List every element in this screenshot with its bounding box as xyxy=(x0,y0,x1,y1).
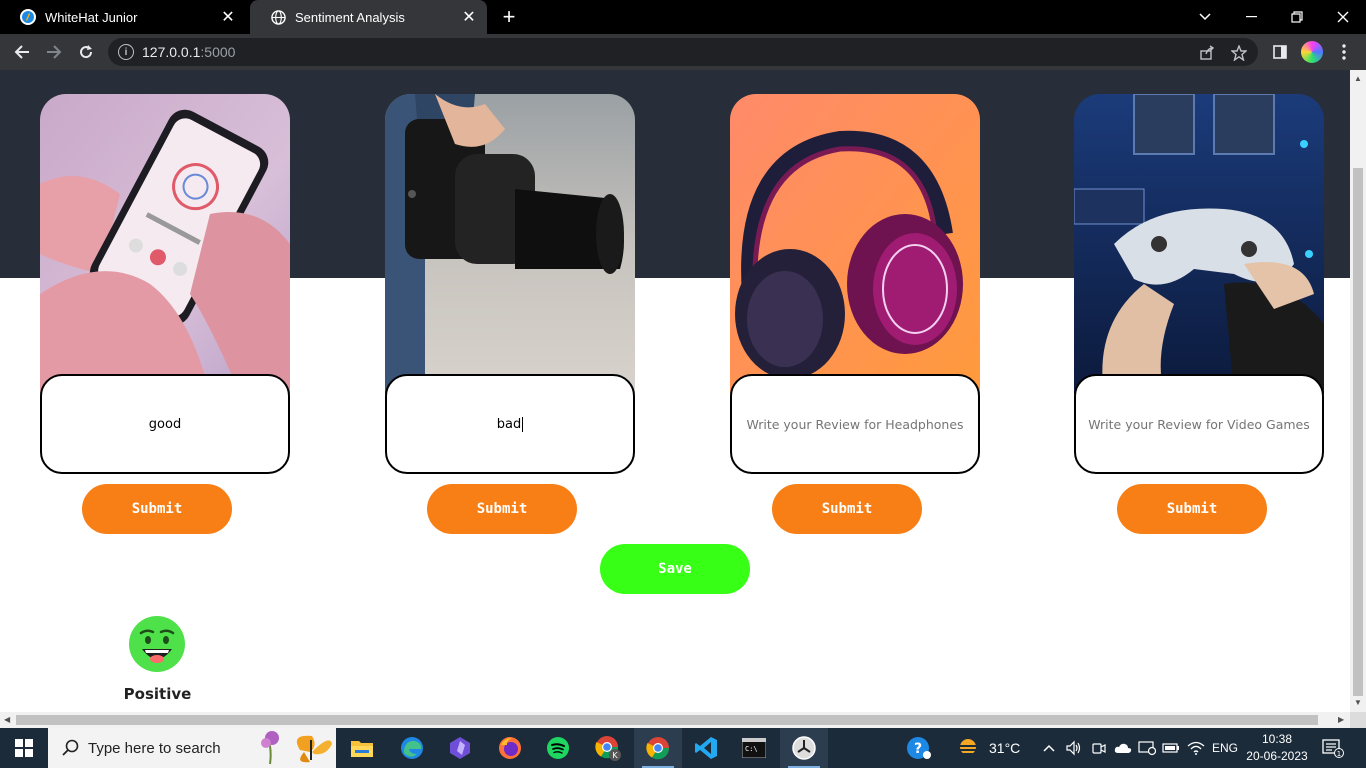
reload-icon[interactable] xyxy=(72,38,100,66)
search-icon xyxy=(60,737,82,759)
clock-time: 10:38 xyxy=(1261,732,1293,746)
butterfly-search-highlight-icon xyxy=(260,730,334,768)
scroll-left-arrow-icon[interactable]: ◀ xyxy=(4,715,10,724)
scroll-right-arrow-icon[interactable]: ▶ xyxy=(1338,715,1344,724)
submit-button-smartphone[interactable]: Submit xyxy=(82,484,232,534)
submit-button-video-games[interactable]: Submit xyxy=(1117,484,1267,534)
svg-text:?: ? xyxy=(914,741,922,757)
display-settings-icon[interactable] xyxy=(1138,728,1156,768)
system-clock[interactable]: 10:38 20-06-2023 xyxy=(1246,731,1308,765)
scrollbar-corner xyxy=(1350,712,1366,728)
close-window-button[interactable] xyxy=(1320,0,1366,34)
taskbar-search-box[interactable]: Type here to search xyxy=(48,728,336,768)
notification-count: 1 xyxy=(1337,750,1341,758)
meet-now-icon[interactable] xyxy=(1091,728,1107,768)
weather-temperature: 31°C xyxy=(989,740,1021,756)
url-text: 127.0.0.1:5000 xyxy=(142,44,236,60)
review-input-smartphone[interactable]: good xyxy=(40,374,290,474)
review-value: bad xyxy=(496,416,522,432)
wifi-icon[interactable] xyxy=(1187,728,1205,768)
chrome-active-icon[interactable] xyxy=(634,728,682,768)
minimize-button[interactable] xyxy=(1228,0,1274,34)
horizontal-scroll-thumb[interactable] xyxy=(16,715,1318,725)
windows-taskbar: Type here to search K C:\ ? 31°C ENG 10:… xyxy=(0,728,1366,768)
video-games-image xyxy=(1074,94,1324,394)
tab-sentiment-analysis[interactable]: Sentiment Analysis ✕ xyxy=(250,0,487,34)
notification-center-icon[interactable]: 1 xyxy=(1322,728,1344,768)
sentiment-result-label: Positive xyxy=(123,685,192,703)
volume-icon[interactable] xyxy=(1066,728,1082,768)
tab-title: Sentiment Analysis xyxy=(295,9,405,25)
sun-haze-icon xyxy=(958,739,980,755)
help-icon[interactable]: ? xyxy=(906,728,932,768)
horizontal-scrollbar[interactable]: ◀ ▶ xyxy=(0,712,1350,728)
side-panel-icon[interactable] xyxy=(1266,38,1294,66)
smartphone-image xyxy=(40,94,290,394)
headphones-image xyxy=(730,94,980,394)
camera-image xyxy=(385,94,635,394)
search-placeholder: Type here to search xyxy=(88,739,221,757)
scroll-up-arrow-icon[interactable]: ▲ xyxy=(1354,74,1362,83)
browser-menu-icon[interactable] xyxy=(1330,38,1358,66)
tab-strip: WhiteHat Junior ✕ Sentiment Analysis ✕ + xyxy=(0,0,1366,34)
vertical-scrollbar[interactable]: ▲ ▼ xyxy=(1350,70,1366,712)
tab-search-chevron-icon[interactable] xyxy=(1182,0,1228,34)
tab-close-icon[interactable]: ✕ xyxy=(216,5,240,29)
clock-app-icon[interactable] xyxy=(780,728,828,768)
file-explorer-icon[interactable] xyxy=(338,728,386,768)
vertical-scroll-thumb[interactable] xyxy=(1353,168,1363,696)
svg-text:C:\: C:\ xyxy=(745,745,758,753)
svg-text:K: K xyxy=(612,751,618,760)
site-info-icon[interactable]: i xyxy=(118,44,134,60)
review-value: good xyxy=(148,416,182,432)
new-tab-button[interactable]: + xyxy=(497,4,521,29)
chrome-profile-k-icon[interactable]: K xyxy=(584,728,632,768)
windows-start-icon[interactable] xyxy=(0,728,48,768)
weather-widget[interactable]: 31°C xyxy=(956,728,1020,768)
tab-close-icon[interactable]: ✕ xyxy=(457,5,481,29)
input-language[interactable]: ENG xyxy=(1212,728,1238,768)
back-arrow-icon[interactable] xyxy=(8,38,36,66)
forward-arrow-icon[interactable] xyxy=(40,38,68,66)
show-hidden-icons-chevron-icon[interactable] xyxy=(1043,728,1055,768)
vscode-icon[interactable] xyxy=(682,728,730,768)
whitehat-favicon-icon xyxy=(20,9,36,25)
review-input-headphones[interactable]: Write your Review for Headphones xyxy=(730,374,980,474)
share-icon[interactable] xyxy=(1198,44,1216,62)
submit-button-headphones[interactable]: Submit xyxy=(772,484,922,534)
submit-button-camera[interactable]: Submit xyxy=(427,484,577,534)
firefox-icon[interactable] xyxy=(486,728,534,768)
restore-button[interactable] xyxy=(1274,0,1320,34)
review-input-video-games[interactable]: Write your Review for Video Games xyxy=(1074,374,1324,474)
save-button[interactable]: Save xyxy=(600,544,750,594)
tab-whitehat-junior[interactable]: WhiteHat Junior ✕ xyxy=(0,0,246,34)
spotify-icon[interactable] xyxy=(534,728,582,768)
browser-toolbar: i 127.0.0.1:5000 xyxy=(0,34,1366,70)
obsidian-app-icon[interactable] xyxy=(436,728,484,768)
page-viewport: good Submit bad Submit Write your Review… xyxy=(0,70,1350,712)
scroll-down-arrow-icon[interactable]: ▼ xyxy=(1354,698,1362,707)
battery-icon[interactable] xyxy=(1162,728,1180,768)
terminal-icon[interactable]: C:\ xyxy=(730,728,778,768)
tab-title: WhiteHat Junior xyxy=(45,9,138,25)
clock-date: 20-06-2023 xyxy=(1246,749,1308,763)
happy-face-icon xyxy=(128,615,186,673)
onedrive-cloud-icon[interactable] xyxy=(1114,728,1132,768)
edge-browser-icon[interactable] xyxy=(388,728,436,768)
globe-icon xyxy=(270,9,286,25)
review-input-camera[interactable]: bad xyxy=(385,374,635,474)
profile-avatar[interactable] xyxy=(1301,41,1323,63)
address-bar[interactable]: i 127.0.0.1:5000 xyxy=(108,38,1258,66)
bookmark-star-icon[interactable] xyxy=(1230,44,1248,62)
text-caret xyxy=(522,416,524,432)
